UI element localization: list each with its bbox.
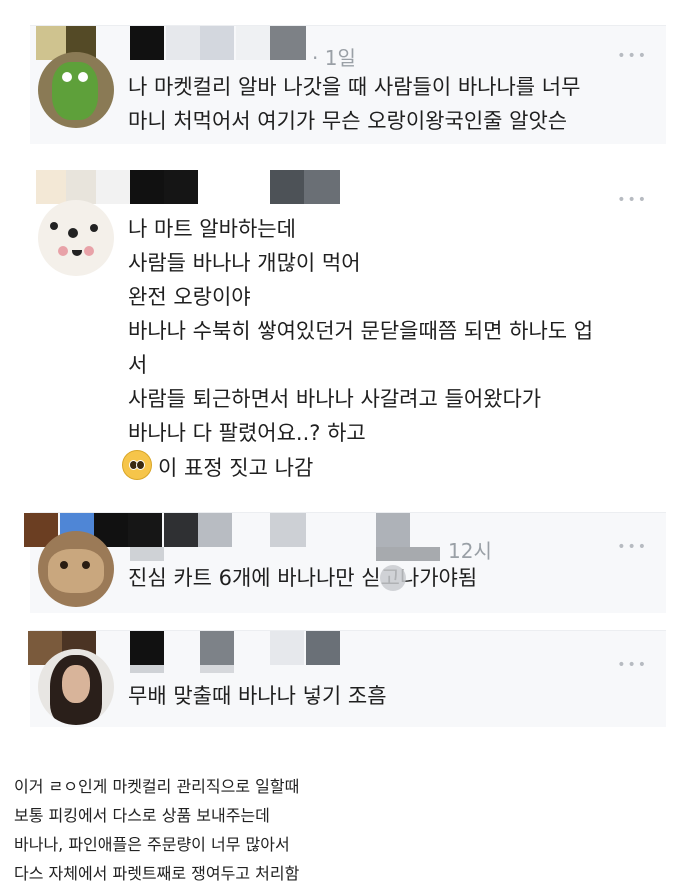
censored-username [96, 170, 130, 204]
caption-line: 바나나, 파인애플은 주문량이 너무 많아서 [14, 835, 290, 854]
censored-username [270, 513, 306, 547]
caption-line: 다스 자체에서 파렛트째로 쟁여두고 처리함 [14, 864, 300, 883]
more-options-icon[interactable]: ••• [617, 192, 648, 208]
censored-username [66, 170, 96, 204]
comment-line: 나 마켓컬리 알바 나갓을 때 사람들이 바나나를 너무 [128, 75, 581, 99]
comment-time: · 1일 [312, 46, 356, 70]
censored-username [270, 26, 306, 60]
blurred-spot [380, 565, 406, 591]
censored-username [200, 631, 234, 665]
comment-line: 이 표정 짓고 나감 [158, 456, 314, 480]
censored-username [304, 170, 340, 204]
censored-username [130, 26, 164, 60]
comment-line: 사람들 바나나 개많이 먹어 [128, 251, 361, 275]
caption-line: 보통 피킹에서 다스로 상품 보내주는데 [14, 806, 270, 825]
comment-time: 12시 [448, 539, 492, 563]
comment-card: ••• 나 마트 알바하는데 사람들 바나나 개많이 먹어 완전 오랑이야 바나… [30, 170, 666, 498]
censored-username [128, 513, 162, 547]
censored-username [164, 170, 198, 204]
censored-username [166, 26, 200, 60]
censored-username [198, 513, 232, 547]
pleading-face-emoji-icon [122, 450, 152, 480]
censored-username [270, 631, 304, 665]
comment-card: 12시 ••• 진심 카트 6개에 바나나만 싣고나가야됨 [24, 512, 666, 613]
censored-username [130, 631, 164, 665]
avatar[interactable] [38, 52, 114, 128]
comment-line: 바나나 수북히 쌓여있던거 문닫을때쯤 되면 하나도 업 [128, 319, 594, 343]
censored-username [376, 513, 410, 547]
censored-username [376, 547, 440, 561]
comment-line: 나 마트 알바하는데 [128, 217, 296, 241]
avatar[interactable] [38, 649, 114, 725]
avatar[interactable] [38, 200, 114, 276]
comment-line: 마니 처먹어서 여기가 무슨 오랑이왕국인줄 알앗슨 [128, 109, 568, 133]
comment-card: ••• 무배 맞출때 바나나 넣기 조흠 [28, 630, 666, 727]
comment-text: 진심 카트 6개에 바나나만 싣고나가야됨 [128, 561, 477, 595]
comment-line: 완전 오랑이야 [128, 285, 251, 309]
censored-username [130, 170, 164, 204]
more-options-icon[interactable]: ••• [617, 657, 648, 673]
censored-username [306, 631, 340, 665]
censored-username [36, 170, 66, 204]
censored-username [200, 665, 234, 673]
comment-line: 바나나 다 팔렸어요..? 하고 [128, 421, 366, 445]
comment-line: 사람들 퇴근하면서 바나나 사갈려고 들어왔다가 [128, 387, 542, 411]
caption-text: 이거 ㄹㅇ인게 마켓컬리 관리직으로 일할때 보통 피킹에서 다스로 상품 보내… [14, 772, 299, 888]
censored-username [236, 26, 270, 60]
comment-text: 나 마켓컬리 알바 나갓을 때 사람들이 바나나를 너무 마니 처먹어서 여기가… [128, 70, 580, 138]
comment-line: 무배 맞출때 바나나 넣기 조흠 [128, 684, 387, 708]
more-options-icon[interactable]: ••• [617, 48, 648, 64]
censored-username [200, 26, 234, 60]
caption-line: 이거 ㄹㅇ인게 마켓컬리 관리직으로 일할때 [14, 777, 300, 796]
censored-username [130, 547, 164, 561]
comment-card: · 1일 ••• 나 마켓컬리 알바 나갓을 때 사람들이 바나나를 너무 마니… [30, 25, 666, 144]
comment-line: 진심 카트 6개에 바나나만 싣고나가야됨 [128, 566, 478, 590]
avatar[interactable] [38, 531, 114, 607]
comment-line-with-emoji: 이 표정 짓고 나감 [122, 450, 593, 485]
comment-text: 나 마트 알바하는데 사람들 바나나 개많이 먹어 완전 오랑이야 바나나 수북… [122, 212, 594, 485]
comment-line: 서 [128, 353, 148, 377]
censored-username [270, 170, 304, 204]
comment-text: 무배 맞출때 바나나 넣기 조흠 [128, 679, 387, 713]
censored-username [130, 665, 164, 673]
more-options-icon[interactable]: ••• [617, 539, 648, 555]
censored-username [164, 513, 198, 547]
